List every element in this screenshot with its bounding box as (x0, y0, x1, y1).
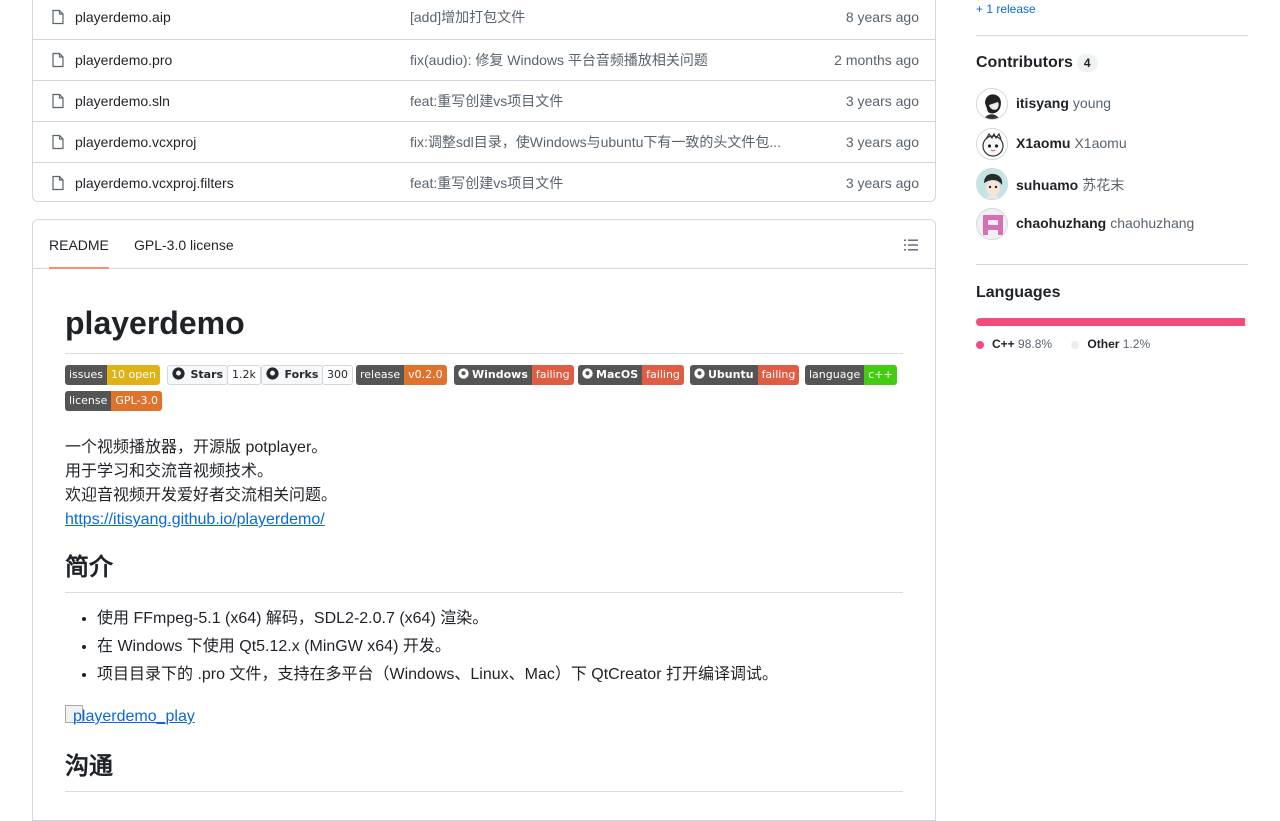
commit-message[interactable]: feat:重写创建vs项目文件 (410, 91, 792, 111)
list-item: 在 Windows 下使用 Qt5.12.x (MinGW x64) 开发。 (97, 635, 778, 659)
file-row[interactable]: playerdemo.vcxproj.filters feat:重写创建vs项目… (33, 162, 935, 203)
forks-badge[interactable]: Forks (261, 365, 324, 385)
github-icon (694, 368, 705, 379)
releases-link[interactable]: + 1 release (976, 2, 1248, 16)
commit-message[interactable]: [add]增加打包文件 (410, 7, 792, 27)
language-dot-other (1071, 340, 1080, 349)
commit-message[interactable]: fix(audio): 修复 Windows 平台音频播放相关问题 (410, 50, 792, 70)
language-bar-cpp (976, 318, 1245, 326)
file-row[interactable]: playerdemo.pro fix(audio): 修复 Windows 平台… (33, 39, 935, 80)
contributor-name: chaohuzhang (1110, 215, 1195, 231)
sidebar-divider (976, 35, 1248, 36)
github-icon (458, 368, 469, 379)
stars-count[interactable]: 1.2k (227, 365, 261, 385)
commit-time: 3 years ago (845, 134, 919, 150)
file-icon (52, 9, 64, 24)
intro-line: 欢迎音视频开发爱好者交流相关问题。 (65, 487, 338, 504)
tab-license[interactable]: GPL-3.0 license (134, 220, 234, 267)
file-name[interactable]: playerdemo.aip (75, 9, 171, 25)
commit-message[interactable]: feat:重写创建vs项目文件 (410, 173, 792, 193)
broken-image-link[interactable]: playerdemo_play (65, 705, 195, 726)
language-badge[interactable]: language c++ (805, 365, 897, 385)
section-heading-intro: 简介 (65, 552, 903, 593)
list-item: 使用 FFmpeg-5.1 (x64) 解码，SDL2-2.0.7 (x64) … (97, 607, 778, 631)
avatar[interactable] (976, 208, 1008, 240)
macos-ci-badge[interactable]: MacOS failing (578, 365, 684, 385)
avatar[interactable] (976, 88, 1008, 120)
file-icon (52, 134, 64, 150)
contributor-name: X1aomu (1074, 135, 1127, 151)
contributors-title[interactable]: Contributors (976, 54, 1073, 71)
file-name[interactable]: playerdemo.pro (75, 52, 172, 68)
feature-list: 使用 FFmpeg-5.1 (x64) 解码，SDL2-2.0.7 (x64) … (65, 607, 778, 691)
contributor-login[interactable]: X1aomu (1016, 135, 1070, 151)
forks-count[interactable]: 300 (322, 365, 353, 385)
intro-paragraph: 一个视频播放器，开源版 potplayer。 用于学习和交流音视频技术。 欢迎音… (65, 436, 337, 532)
contributor[interactable]: suhuamo 苏花末 (976, 168, 1248, 200)
license-badge[interactable]: license GPL-3.0 (65, 391, 162, 411)
commit-message[interactable]: fix:调整sdl目录，使Windows与ubuntu下有一致的头文件包... (410, 132, 792, 152)
avatar[interactable] (976, 128, 1008, 160)
intro-line: 用于学习和交流音视频技术。 (65, 463, 274, 480)
stars-badge[interactable]: Stars (167, 365, 229, 385)
language-item-other[interactable]: Other 1.2% (1071, 337, 1150, 351)
list-item: 项目目录下的 .pro 文件，支持在多平台（Windows、Linux、Mac）… (97, 663, 778, 687)
commit-time: 3 years ago (845, 175, 919, 191)
github-icon (266, 367, 279, 380)
file-icon (52, 52, 64, 68)
readme-title: playerdemo (65, 303, 903, 354)
contributor-login[interactable]: itisyang (1016, 95, 1069, 111)
contributor[interactable]: itisyang young (976, 88, 1248, 120)
issues-badge[interactable]: issues 10 open (65, 365, 160, 385)
languages-title: Languages (976, 284, 1061, 301)
windows-ci-badge[interactable]: Windows failing (454, 365, 574, 385)
commit-time: 2 months ago (834, 52, 919, 68)
file-row[interactable]: playerdemo.sln feat:重写创建vs项目文件 3 years a… (33, 80, 935, 121)
sidebar-divider (976, 264, 1248, 265)
github-icon (172, 367, 185, 380)
readme-tabs: README GPL-3.0 license (33, 220, 935, 269)
file-name[interactable]: playerdemo.vcxproj.filters (75, 175, 234, 191)
section-heading-contact: 沟通 (65, 751, 903, 792)
file-row[interactable]: playerdemo.aip [add]增加打包文件 8 years ago (33, 0, 935, 39)
contributor-login[interactable]: chaohuzhang (1016, 215, 1106, 231)
language-bar-other (1244, 318, 1248, 326)
file-icon (52, 93, 64, 109)
intro-line: 一个视频播放器，开源版 potplayer。 (65, 439, 328, 456)
language-legend: C++ 98.8% Other 1.2% (976, 337, 1150, 351)
language-bar (976, 318, 1248, 326)
file-list: playerdemo.aip [add]增加打包文件 8 years ago p… (32, 0, 936, 202)
tab-readme[interactable]: README (49, 220, 109, 269)
file-row[interactable]: playerdemo.vcxproj fix:调整sdl目录，使Windows与… (33, 121, 935, 162)
file-name[interactable]: playerdemo.sln (75, 93, 170, 109)
readme-panel: README GPL-3.0 license playerdemo issues… (32, 219, 936, 821)
release-badge[interactable]: release v0.2.0 (356, 365, 447, 385)
contributors-count: 4 (1076, 54, 1098, 73)
outline-list-icon[interactable] (903, 237, 919, 253)
ubuntu-ci-badge[interactable]: Ubuntu failing (690, 365, 800, 385)
commit-time: 3 years ago (845, 93, 919, 109)
contributors-header[interactable]: Contributors 4 (976, 54, 1248, 73)
commit-time: 8 years ago (845, 8, 919, 25)
file-icon (52, 175, 64, 191)
contributor-login[interactable]: suhuamo (1016, 177, 1078, 193)
contributor-name: young (1072, 95, 1112, 111)
language-item-cpp[interactable]: C++ 98.8% (976, 337, 1055, 351)
contributor[interactable]: X1aomu X1aomu (976, 128, 1248, 160)
avatar[interactable] (976, 168, 1008, 200)
language-dot-cpp (976, 340, 984, 349)
project-link[interactable]: https://itisyang.github.io/playerdemo/ (65, 511, 325, 528)
github-icon (582, 368, 593, 379)
contributor-name: 苏花末 (1082, 177, 1125, 193)
contributor[interactable]: chaohuzhang chaohuzhang (976, 208, 1248, 240)
file-name[interactable]: playerdemo.vcxproj (75, 134, 196, 150)
